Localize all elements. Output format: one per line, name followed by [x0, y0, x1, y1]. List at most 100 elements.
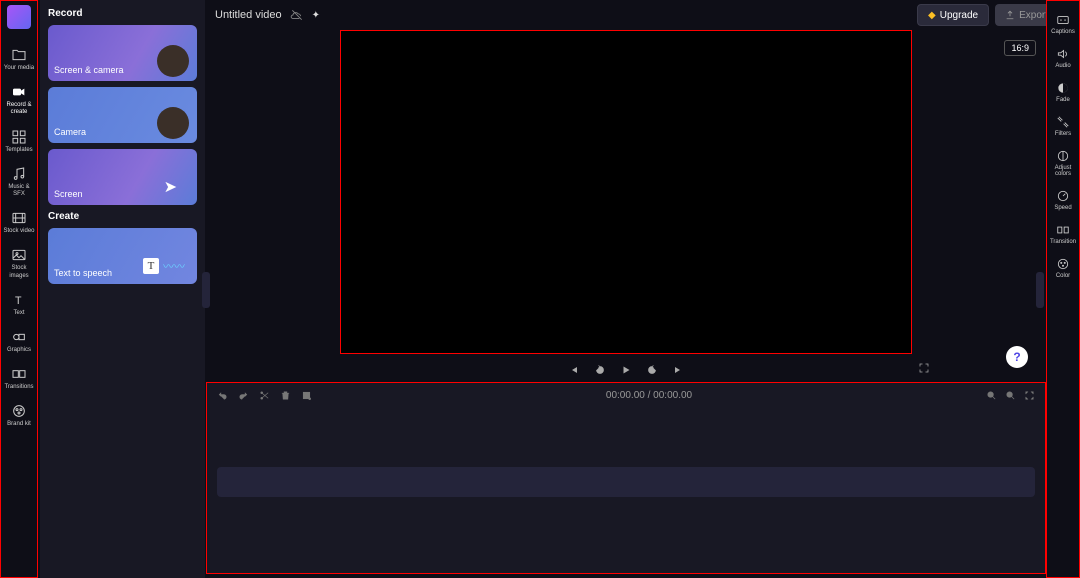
card-label: Screen	[54, 189, 83, 199]
zoom-out-icon[interactable]	[1005, 390, 1016, 401]
audio-icon	[1056, 47, 1070, 61]
rail-audio[interactable]: Audio	[1047, 41, 1079, 75]
app-logo[interactable]	[7, 5, 31, 29]
rail-transition[interactable]: Transition	[1047, 217, 1079, 251]
sidebar-item-label: Brand kit	[7, 421, 31, 428]
timeline-tracks[interactable]	[207, 407, 1045, 557]
help-button[interactable]: ?	[1006, 346, 1028, 368]
collapse-right-panel[interactable]	[1036, 272, 1044, 308]
card-label: Camera	[54, 127, 86, 137]
fullscreen-icon[interactable]	[918, 362, 930, 374]
templates-icon	[11, 129, 27, 145]
sidebar-item-templates[interactable]: Templates	[2, 123, 36, 160]
zoom-in-icon[interactable]	[986, 390, 997, 401]
playback-controls	[340, 360, 912, 380]
fade-icon	[1056, 81, 1070, 95]
sidebar-item-music-sfx[interactable]: Music & SFX	[2, 160, 36, 204]
rail-label: Transition	[1050, 239, 1076, 245]
sidebar-item-brand-kit[interactable]: Brand kit	[2, 397, 36, 434]
project-title[interactable]: Untitled video	[215, 9, 282, 21]
card-camera[interactable]: Camera	[48, 87, 197, 143]
rail-label: Audio	[1055, 63, 1070, 69]
person-avatar	[157, 107, 189, 139]
time-total: 00:00.00	[653, 390, 692, 401]
transition-icon	[1056, 223, 1070, 237]
card-text-to-speech[interactable]: Text to speech T 〰〰	[48, 228, 197, 284]
empty-track[interactable]	[217, 467, 1035, 497]
sparkle-icon: ✦	[312, 10, 320, 21]
card-screen[interactable]: Screen ➤	[48, 149, 197, 205]
rail-label: Filters	[1055, 131, 1071, 137]
undo-icon[interactable]	[217, 390, 228, 401]
text-icon: T	[11, 292, 27, 308]
button-label: Export	[1019, 10, 1048, 21]
panel-heading-record: Record	[48, 8, 197, 19]
card-screen-camera[interactable]: Screen & camera	[48, 25, 197, 81]
redo-icon[interactable]	[238, 390, 249, 401]
right-properties-rail: Captions Audio Fade Filters Adjust color…	[1046, 0, 1080, 578]
upgrade-button[interactable]: ◆ Upgrade	[917, 4, 989, 26]
brand-kit-icon	[11, 403, 27, 419]
button-label: Upgrade	[940, 10, 978, 21]
rail-label: Adjust colors	[1047, 165, 1079, 177]
timeline-toolbar: 00:00.00 / 00:00.00	[207, 383, 1045, 407]
sidebar-item-transitions[interactable]: Transitions	[2, 360, 36, 397]
captions-icon	[1056, 13, 1070, 27]
sidebar-item-graphics[interactable]: Graphics	[2, 323, 36, 360]
skip-previous-icon[interactable]	[568, 364, 580, 376]
transitions-icon	[11, 366, 27, 382]
cursor-icon: ➤	[164, 177, 177, 197]
rail-fade[interactable]: Fade	[1047, 75, 1079, 109]
sidebar-item-stock-images[interactable]: Stock images	[2, 241, 36, 285]
panel-heading-create: Create	[48, 211, 197, 222]
sidebar-item-label: Stock video	[3, 228, 34, 235]
collapse-left-panel[interactable]	[202, 272, 210, 308]
rail-filters[interactable]: Filters	[1047, 109, 1079, 143]
crop-icon[interactable]	[301, 390, 312, 401]
play-icon[interactable]	[620, 364, 632, 376]
aspect-ratio-selector[interactable]: 16:9	[1004, 40, 1036, 56]
filters-icon	[1056, 115, 1070, 129]
rail-color[interactable]: Color	[1047, 251, 1079, 285]
skip-next-icon[interactable]	[672, 364, 684, 376]
cloud-off-icon	[290, 8, 304, 22]
timeline-panel: 00:00.00 / 00:00.00	[206, 382, 1046, 574]
rail-adjust-colors[interactable]: Adjust colors	[1047, 143, 1079, 183]
graphics-icon	[11, 329, 27, 345]
sidebar-item-label: Record & create	[2, 102, 36, 116]
rewind-icon[interactable]	[594, 364, 606, 376]
rail-captions[interactable]: Captions	[1047, 7, 1079, 41]
delete-icon[interactable]	[280, 390, 291, 401]
stock-images-icon	[11, 247, 27, 263]
sidebar-item-text[interactable]: T Text	[2, 286, 36, 323]
split-icon[interactable]	[259, 390, 270, 401]
video-preview[interactable]	[340, 30, 912, 354]
adjust-colors-icon	[1056, 149, 1070, 163]
folder-icon	[11, 47, 27, 63]
editor-header: Untitled video ✦ ◆ Upgrade Export	[205, 0, 1080, 30]
zoom-fit-icon[interactable]	[1024, 390, 1035, 401]
forward-icon[interactable]	[646, 364, 658, 376]
sidebar-item-stock-video[interactable]: Stock video	[2, 204, 36, 241]
speed-icon	[1056, 189, 1070, 203]
rail-label: Speed	[1054, 205, 1071, 211]
rail-label: Color	[1056, 273, 1070, 279]
camera-icon	[11, 84, 27, 100]
rail-speed[interactable]: Speed	[1047, 183, 1079, 217]
svg-text:T: T	[15, 295, 22, 307]
color-icon	[1056, 257, 1070, 271]
music-icon	[11, 166, 27, 182]
diamond-icon: ◆	[928, 10, 936, 21]
sidebar-item-label: Transitions	[4, 384, 33, 391]
timeline-timecode: 00:00.00 / 00:00.00	[606, 390, 692, 401]
sidebar-item-your-media[interactable]: Your media	[2, 41, 36, 78]
upload-icon	[1005, 10, 1015, 20]
time-separator: /	[645, 390, 653, 401]
card-label: Screen & camera	[54, 65, 124, 75]
sidebar-item-label: Music & SFX	[2, 184, 36, 198]
sidebar-item-label: Text	[13, 310, 24, 317]
left-nav-rail: Your media Record & create Templates Mus…	[0, 0, 38, 578]
sidebar-item-record-create[interactable]: Record & create	[2, 78, 36, 122]
person-avatar	[157, 45, 189, 77]
text-to-speech-icon: T 〰〰	[143, 258, 185, 274]
